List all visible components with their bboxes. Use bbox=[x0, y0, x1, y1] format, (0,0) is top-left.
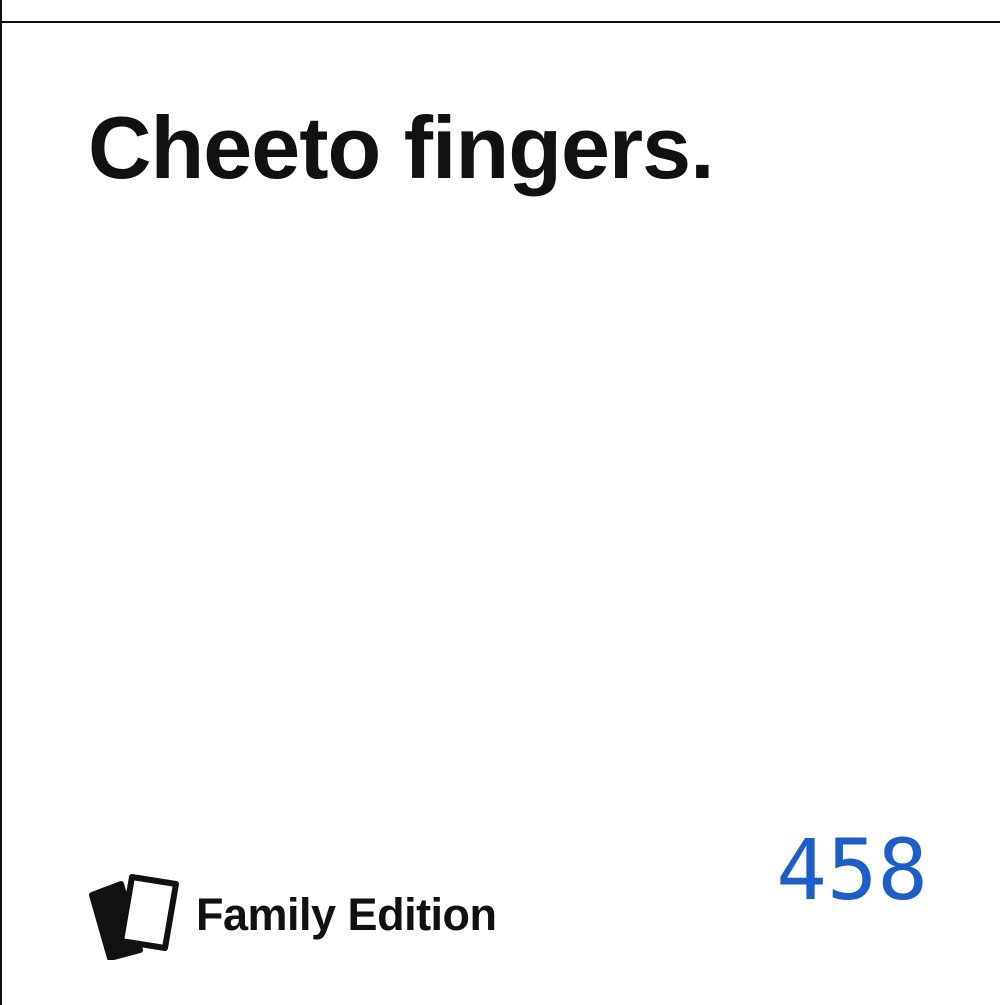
card-border-top bbox=[0, 21, 1000, 23]
edition-brand: Family Edition bbox=[88, 868, 497, 960]
card-text: Cheeto fingers. bbox=[88, 98, 715, 197]
edition-label: Family Edition bbox=[196, 889, 497, 940]
card-border-left bbox=[0, 0, 2, 1005]
card-number: 458 bbox=[776, 821, 928, 919]
stacked-cards-icon bbox=[89, 874, 179, 960]
card-page: Cheeto fingers. Family Edition 458 bbox=[0, 0, 1000, 1005]
